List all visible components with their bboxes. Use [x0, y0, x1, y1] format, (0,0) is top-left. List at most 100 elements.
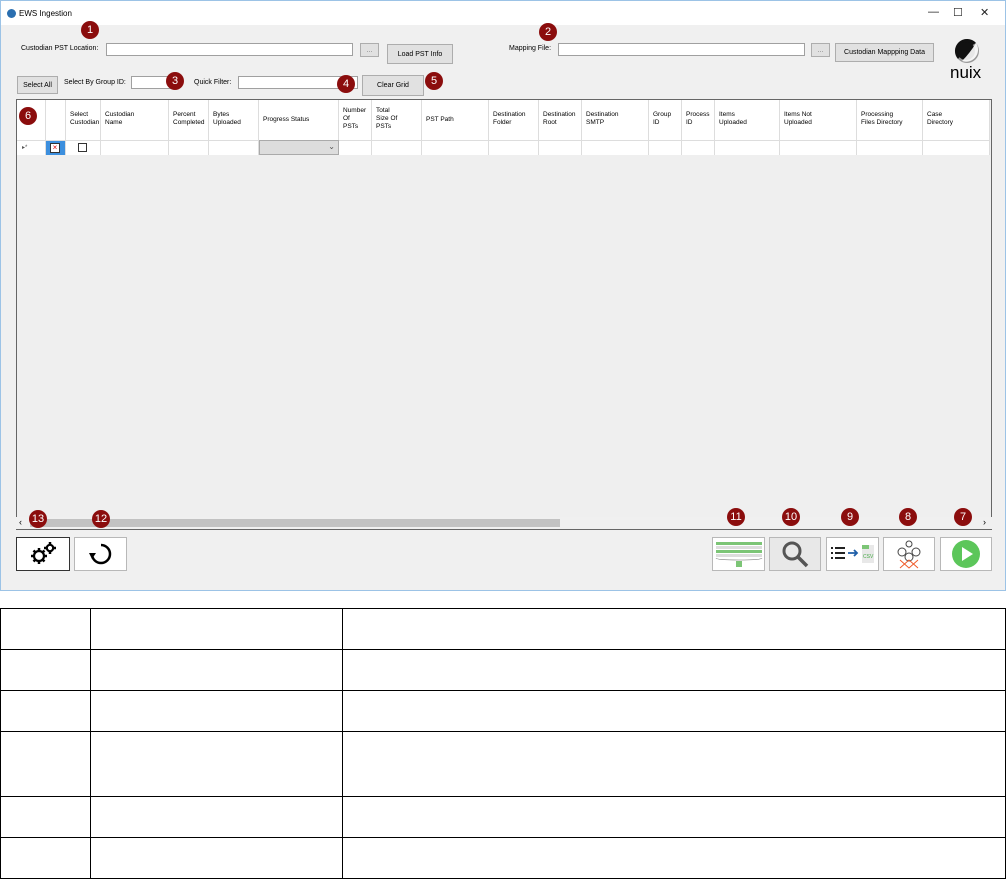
export-csv-button[interactable]: CSV — [826, 537, 879, 571]
grid-cell[interactable] — [923, 140, 990, 155]
table-cell — [0, 649, 91, 691]
table-cell — [0, 796, 91, 838]
callout-badge: 1 — [81, 21, 99, 39]
grid-cell[interactable] — [422, 140, 489, 155]
table-cell — [342, 731, 1006, 797]
settings-button[interactable] — [16, 537, 70, 571]
table-cell — [90, 731, 343, 797]
column-header[interactable]: Destination Root — [539, 100, 582, 140]
callout-badge: 10 — [782, 508, 800, 526]
grid-cell[interactable] — [372, 140, 422, 155]
table-cell — [90, 608, 343, 650]
delete-cell[interactable]: × — [46, 140, 66, 155]
table-cell — [90, 837, 343, 879]
column-header[interactable]: Processing Files Directory — [857, 100, 923, 140]
run-button[interactable] — [940, 537, 992, 571]
column-header[interactable]: Destination SMTP — [582, 100, 649, 140]
column-header[interactable]: Percent Completed — [169, 100, 209, 140]
title-bar: EWS Ingestion — ☐ ✕ — [1, 1, 1005, 25]
table-cell — [0, 608, 91, 650]
scroll-left-icon[interactable]: ‹ — [19, 517, 22, 527]
table-row — [0, 796, 1006, 838]
refresh-button[interactable] — [74, 537, 127, 571]
new-row-marker: ▸* — [17, 140, 46, 155]
clear-grid-button[interactable]: Clear Grid — [362, 75, 424, 96]
column-header[interactable]: Number Of PSTs — [339, 100, 372, 140]
table-cell — [0, 690, 91, 732]
table-cell — [342, 649, 1006, 691]
callout-badge: 5 — [425, 72, 443, 90]
column-header[interactable]: Case Directory — [923, 100, 990, 140]
pst-location-label: Custodian PST Location: — [21, 45, 99, 52]
column-header[interactable]: Custodian Name — [101, 100, 169, 140]
callout-badge: 4 — [337, 75, 355, 93]
callout-badge: 7 — [954, 508, 972, 526]
callout-badge: 13 — [29, 510, 47, 528]
load-pst-info-button[interactable]: Load PST Info — [387, 44, 453, 64]
grid-cell[interactable] — [715, 140, 780, 155]
legend-table — [0, 608, 1006, 879]
grid-view-button[interactable] — [712, 537, 765, 571]
column-header[interactable]: Progress Status — [259, 100, 339, 140]
search-icon — [782, 541, 809, 568]
table-cell — [0, 837, 91, 879]
minimize-button[interactable]: — — [928, 6, 939, 18]
progress-status-dropdown[interactable]: ⌄ — [259, 140, 339, 155]
grid-cell[interactable] — [209, 140, 259, 155]
column-header[interactable]: Items Uploaded — [715, 100, 780, 140]
grid-cell[interactable] — [101, 140, 169, 155]
column-header[interactable] — [46, 100, 66, 140]
mapping-file-label: Mapping File: — [509, 45, 552, 52]
select-custodian-checkbox[interactable] — [78, 143, 87, 152]
column-header[interactable]: Destination Folder — [489, 100, 539, 140]
column-header[interactable]: Group ID — [649, 100, 682, 140]
column-header[interactable]: Total Size Of PSTs — [372, 100, 422, 140]
table-cell — [90, 796, 343, 838]
scroll-right-icon[interactable]: › — [983, 517, 986, 527]
group-id-label: Select By Group ID: — [64, 79, 126, 86]
table-cell — [342, 690, 1006, 732]
maximize-button[interactable]: ☐ — [953, 6, 963, 19]
workflow-icon — [897, 540, 921, 569]
grid-cell[interactable] — [339, 140, 372, 155]
column-header[interactable]: PST Path — [422, 100, 489, 140]
select-all-button[interactable]: Select All — [17, 76, 58, 94]
grid-cell[interactable] — [857, 140, 923, 155]
table-cell — [90, 690, 343, 732]
quick-filter-label: Quick Filter: — [194, 79, 232, 86]
search-button[interactable] — [769, 537, 821, 571]
select-custodian-cell[interactable] — [66, 140, 101, 155]
nuix-logo-text: nuix — [950, 63, 982, 82]
callout-badge: 8 — [899, 508, 917, 526]
custodian-grid[interactable]: Select Custodian Custodian Name Percent … — [16, 99, 992, 530]
grid-cell[interactable] — [169, 140, 209, 155]
ews-ingestion-window: EWS Ingestion — ☐ ✕ Custodian PST Locati… — [0, 0, 1006, 591]
mapping-browse-button[interactable]: ... — [811, 43, 830, 57]
grid-cell[interactable] — [489, 140, 539, 155]
app-icon — [7, 9, 16, 18]
grid-cell[interactable] — [649, 140, 682, 155]
pst-location-input[interactable] — [106, 43, 353, 56]
grid-cell[interactable] — [780, 140, 857, 155]
table-row — [0, 608, 1006, 650]
close-button[interactable]: ✕ — [980, 6, 989, 19]
column-header[interactable]: Process ID — [682, 100, 715, 140]
table-row — [0, 690, 1006, 732]
workflow-button[interactable] — [883, 537, 935, 571]
table-row — [0, 837, 1006, 879]
custodian-mapping-data-button[interactable]: Custodian Mappping Data — [835, 43, 934, 62]
window-title: EWS Ingestion — [19, 9, 72, 18]
pst-browse-button[interactable]: ... — [360, 43, 379, 57]
grid-cell[interactable] — [682, 140, 715, 155]
grid-icon — [715, 542, 762, 567]
grid-cell[interactable] — [539, 140, 582, 155]
column-header[interactable]: Select Custodian — [66, 100, 101, 140]
callout-badge: 3 — [166, 72, 184, 90]
delete-x-icon[interactable]: × — [50, 143, 60, 153]
mapping-file-input[interactable] — [558, 43, 805, 56]
refresh-icon — [88, 543, 111, 565]
table-cell — [342, 837, 1006, 879]
grid-cell[interactable] — [582, 140, 649, 155]
column-header[interactable]: Items Not Uploaded — [780, 100, 857, 140]
column-header[interactable]: Bytes Uploaded — [209, 100, 259, 140]
